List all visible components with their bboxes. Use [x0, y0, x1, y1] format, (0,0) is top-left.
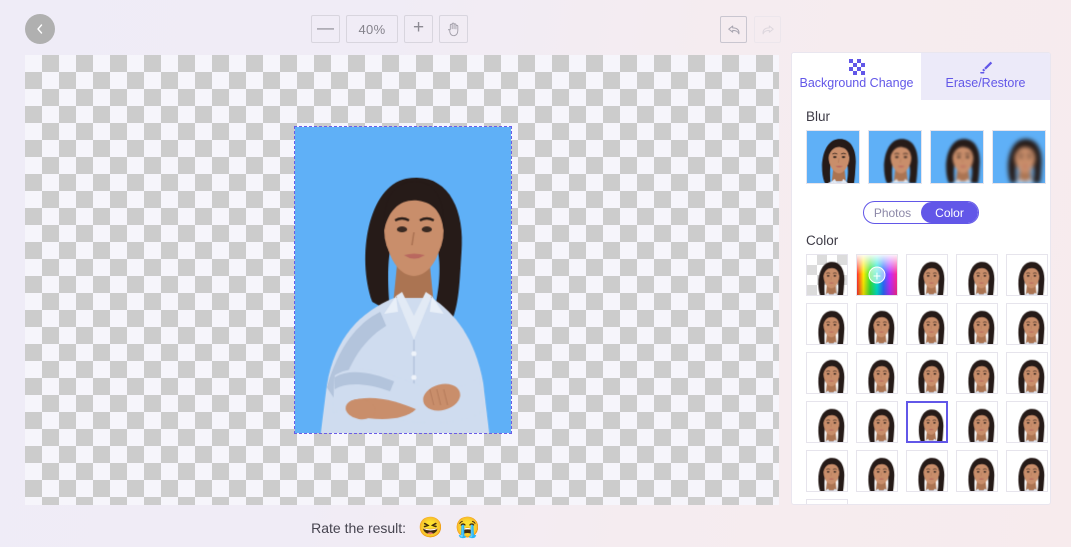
color-swatch-preview: [957, 451, 997, 491]
color-swatch-preview: [857, 451, 897, 491]
color-swatch-grid: +: [792, 254, 1050, 504]
color-swatch-transparent[interactable]: [806, 254, 848, 296]
color-swatch-red[interactable]: [956, 303, 998, 345]
blur-thumbnail-image: [931, 131, 983, 183]
color-swatch-preview: [807, 500, 847, 504]
color-swatch-preview: [807, 451, 847, 491]
blur-thumbnail-image: [807, 131, 859, 183]
color-swatch-preview: [857, 353, 897, 393]
color-swatch-dark-blue[interactable]: [1006, 401, 1048, 443]
blur-thumbnail-3[interactable]: [930, 130, 984, 184]
tab-background-change[interactable]: Background Change: [792, 53, 921, 100]
color-swatch-preview: [807, 402, 847, 442]
color-swatch-gray[interactable]: [1006, 254, 1048, 296]
tab-background-change-label: Background Change: [799, 76, 914, 90]
color-swatch-preview: [807, 304, 847, 344]
history-controls: [720, 16, 781, 43]
color-swatch-preview: [857, 304, 897, 344]
source-toggle: Photos Color: [863, 201, 979, 224]
color-swatch-preview: [957, 255, 997, 295]
toggle-photos[interactable]: Photos: [864, 202, 921, 223]
image-selection-frame[interactable]: [294, 126, 512, 434]
tab-erase-restore-label: Erase/Restore: [945, 76, 1026, 90]
color-swatch-light-orange[interactable]: [1006, 450, 1048, 492]
rate-label: Rate the result:: [311, 519, 407, 536]
editor-canvas[interactable]: [25, 55, 779, 505]
color-swatch-dark-gray[interactable]: [956, 254, 998, 296]
zoom-level-display[interactable]: 40%: [346, 15, 398, 43]
color-swatch-pink[interactable]: [806, 352, 848, 394]
color-swatch-preview: [857, 402, 897, 442]
color-swatch-light-teal[interactable]: [806, 401, 848, 443]
rate-result-bar: Rate the result: 😆 😭: [0, 508, 791, 547]
back-button[interactable]: [25, 14, 55, 44]
brush-pencil-icon: [978, 57, 994, 76]
color-swatch-purple[interactable]: [906, 352, 948, 394]
color-swatch-preview: [1007, 255, 1047, 295]
blur-section-title: Blur: [806, 109, 831, 124]
color-swatch-preview: [907, 304, 947, 344]
color-swatch-preview: [1007, 451, 1047, 491]
tab-erase-restore[interactable]: Erase/Restore: [921, 53, 1050, 100]
color-swatch-preview: [807, 353, 847, 393]
color-swatch-violet[interactable]: [956, 352, 998, 394]
top-toolbar: — 40% +: [0, 0, 1071, 55]
color-swatch-preview: [908, 403, 946, 441]
blur-thumbnail-row: [792, 130, 1050, 184]
color-swatch-light-green[interactable]: [856, 450, 898, 492]
chevron-left-icon: [33, 22, 47, 36]
color-swatch-light-gray[interactable]: [856, 303, 898, 345]
color-swatch-black[interactable]: [906, 254, 948, 296]
color-swatch-preview: [957, 402, 997, 442]
toggle-color[interactable]: Color: [921, 202, 978, 223]
undo-arrow-icon[interactable]: [720, 16, 747, 43]
color-swatch-preview: [957, 353, 997, 393]
color-swatch-aquamarine[interactable]: [856, 401, 898, 443]
blur-thumbnail-2[interactable]: [868, 130, 922, 184]
subject-photo[interactable]: [295, 127, 511, 433]
color-swatch-preview: [1007, 402, 1047, 442]
color-swatch-preview: [907, 255, 947, 295]
color-swatch-mid-gray[interactable]: [806, 303, 848, 345]
panel-tab-bar: Background Change Erase/Restore: [792, 53, 1050, 100]
color-swatch-salmon-red[interactable]: [1006, 303, 1048, 345]
plus-icon: +: [868, 266, 886, 284]
color-swatch-preview: [1007, 304, 1047, 344]
zoom-out-button[interactable]: —: [311, 15, 340, 43]
blur-thumbnail-4[interactable]: [992, 130, 1046, 184]
color-swatch-preview: [957, 304, 997, 344]
color-swatch-light-blue[interactable]: [906, 401, 948, 443]
color-swatch-white[interactable]: [906, 303, 948, 345]
rate-happy-button[interactable]: 😆: [418, 518, 443, 538]
color-swatch-orchid[interactable]: [856, 352, 898, 394]
zoom-in-button[interactable]: +: [404, 15, 433, 43]
color-swatch-blue[interactable]: [956, 401, 998, 443]
blur-thumbnail-1[interactable]: [806, 130, 860, 184]
color-swatch-preview: [907, 353, 947, 393]
color-picker-swatch[interactable]: +: [856, 254, 898, 296]
rate-sad-button[interactable]: 😭: [455, 518, 480, 538]
redo-arrow-icon[interactable]: [754, 16, 781, 43]
blur-thumbnail-image: [993, 131, 1045, 183]
color-swatch-orange[interactable]: [806, 499, 848, 504]
blur-thumbnail-image: [869, 131, 921, 183]
color-section-title: Color: [806, 233, 839, 248]
color-swatch-preview: [907, 451, 947, 491]
zoom-controls: — 40% +: [311, 15, 468, 43]
color-swatch-preview: [1007, 353, 1047, 393]
color-swatch-yellow[interactable]: [956, 450, 998, 492]
color-swatch-preview: [807, 255, 847, 295]
color-swatch-teal[interactable]: [1006, 352, 1048, 394]
checkerboard-icon: [848, 57, 865, 76]
background-options-panel: Background Change Erase/Restore Blur Pho…: [791, 52, 1051, 505]
hand-tool-icon[interactable]: [439, 15, 468, 43]
color-swatch-dark-green[interactable]: [806, 450, 848, 492]
color-swatch-yellow-green[interactable]: [906, 450, 948, 492]
